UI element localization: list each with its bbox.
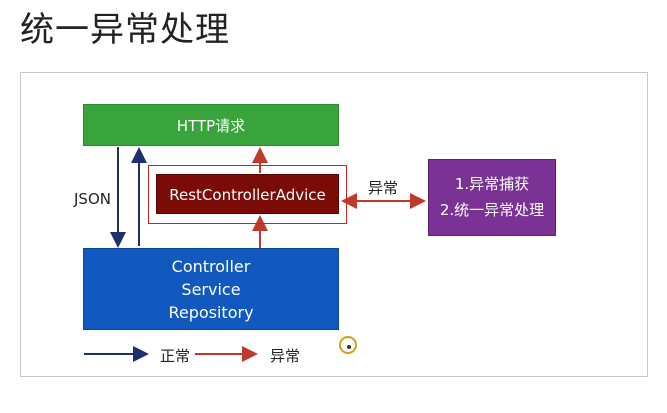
cursor-indicator	[339, 336, 357, 354]
legend-normal-label: 正常	[160, 347, 191, 365]
exception-edge-label: 异常	[368, 179, 399, 197]
service-label: Service	[181, 280, 241, 299]
controller-service-repository-box: Controller Service Repository	[83, 248, 339, 330]
controller-label: Controller	[171, 257, 251, 276]
repository-label: Repository	[168, 303, 254, 322]
exception-handling-box: 1.异常捕获 2.统一异常处理	[428, 159, 556, 236]
handler-step-1: 1.异常捕获	[454, 175, 530, 193]
json-label: JSON	[74, 190, 111, 208]
legend-exception-label: 异常	[270, 347, 301, 365]
rest-controller-advice-box: RestControllerAdvice	[156, 174, 339, 214]
http-request-box: HTTP请求	[83, 104, 339, 146]
handler-step-2: 2.统一异常处理	[439, 201, 545, 219]
